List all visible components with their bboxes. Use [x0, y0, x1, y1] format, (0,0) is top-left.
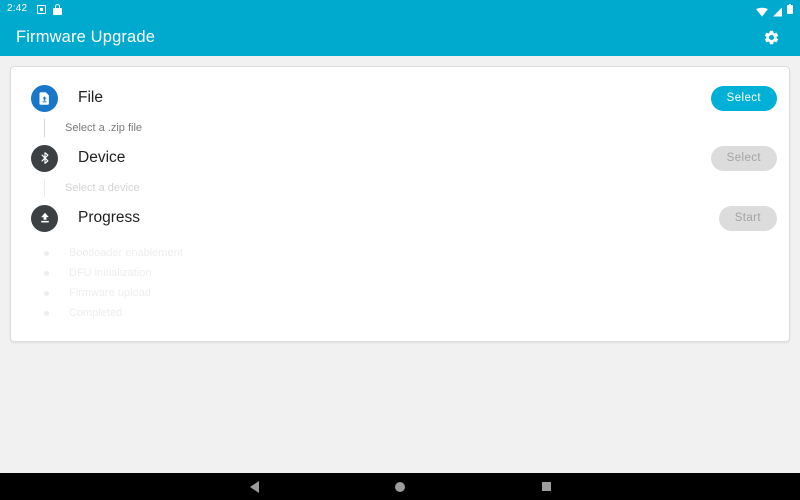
step-file-title: File — [78, 89, 103, 106]
step-device-title: Device — [78, 149, 126, 166]
step-bullet-icon — [44, 250, 49, 256]
step-device-body: Select a device — [11, 175, 789, 201]
list-item: Bootloader enablement — [11, 243, 789, 263]
signal-icon — [772, 4, 783, 17]
step-device-subtitle: Select a device — [65, 182, 140, 194]
step-device: Device Select — [11, 141, 789, 175]
step-file: File Select — [11, 81, 789, 115]
upload-icon — [31, 204, 58, 232]
lock-icon — [53, 3, 63, 15]
app-bar: Firmware Upgrade — [0, 18, 800, 56]
step-file-subtitle: Select a .zip file — [65, 122, 143, 134]
step-progress: Progress Start — [11, 201, 789, 235]
android-screen: 2:42 Firmware Upgrade File Select Select… — [0, 0, 800, 500]
status-bar: 2:42 — [0, 0, 800, 18]
progress-step-label: Firmware upload — [69, 287, 151, 299]
firmware-upgrade-card: File Select Select a .zip file Device Se… — [10, 66, 790, 342]
step-bullet-icon — [44, 310, 49, 316]
step-bullet-icon — [44, 270, 49, 276]
device-select-button[interactable]: Select — [710, 145, 777, 171]
step-file-body: Select a .zip file — [11, 115, 789, 141]
wifi-icon — [756, 4, 768, 17]
progress-step-label: Bootloader enablement — [69, 247, 183, 259]
list-item: DFU initialization — [11, 263, 789, 283]
stepper-connector — [44, 119, 45, 137]
android-nav-bar — [0, 473, 800, 500]
file-select-button[interactable]: Select — [710, 85, 777, 111]
battery-icon — [787, 3, 793, 15]
recents-icon[interactable] — [533, 473, 559, 500]
screenshot-icon — [37, 4, 47, 14]
progress-step-label: Completed — [69, 307, 123, 319]
step-progress-title: Progress — [78, 209, 141, 226]
content-area: File Select Select a .zip file Device Se… — [0, 56, 800, 473]
page-title: Firmware Upgrade — [16, 27, 156, 46]
gear-icon[interactable] — [758, 24, 784, 50]
step-bullet-icon — [44, 290, 49, 296]
status-notification-icons — [37, 3, 63, 15]
status-system-icons — [756, 3, 793, 17]
file-upload-icon — [31, 84, 58, 112]
back-icon[interactable] — [241, 473, 267, 500]
progress-step-list: Bootloader enablement DFU initialization… — [11, 235, 789, 323]
progress-start-button[interactable]: Start — [718, 205, 777, 231]
progress-step-label: DFU initialization — [69, 267, 152, 279]
list-item: Firmware upload — [11, 283, 789, 303]
home-icon[interactable] — [387, 473, 413, 500]
list-item: Completed — [11, 303, 789, 323]
app-bar-actions — [758, 24, 784, 50]
bluetooth-icon — [31, 144, 58, 172]
stepper-connector — [44, 179, 45, 197]
status-clock: 2:42 — [7, 3, 28, 14]
